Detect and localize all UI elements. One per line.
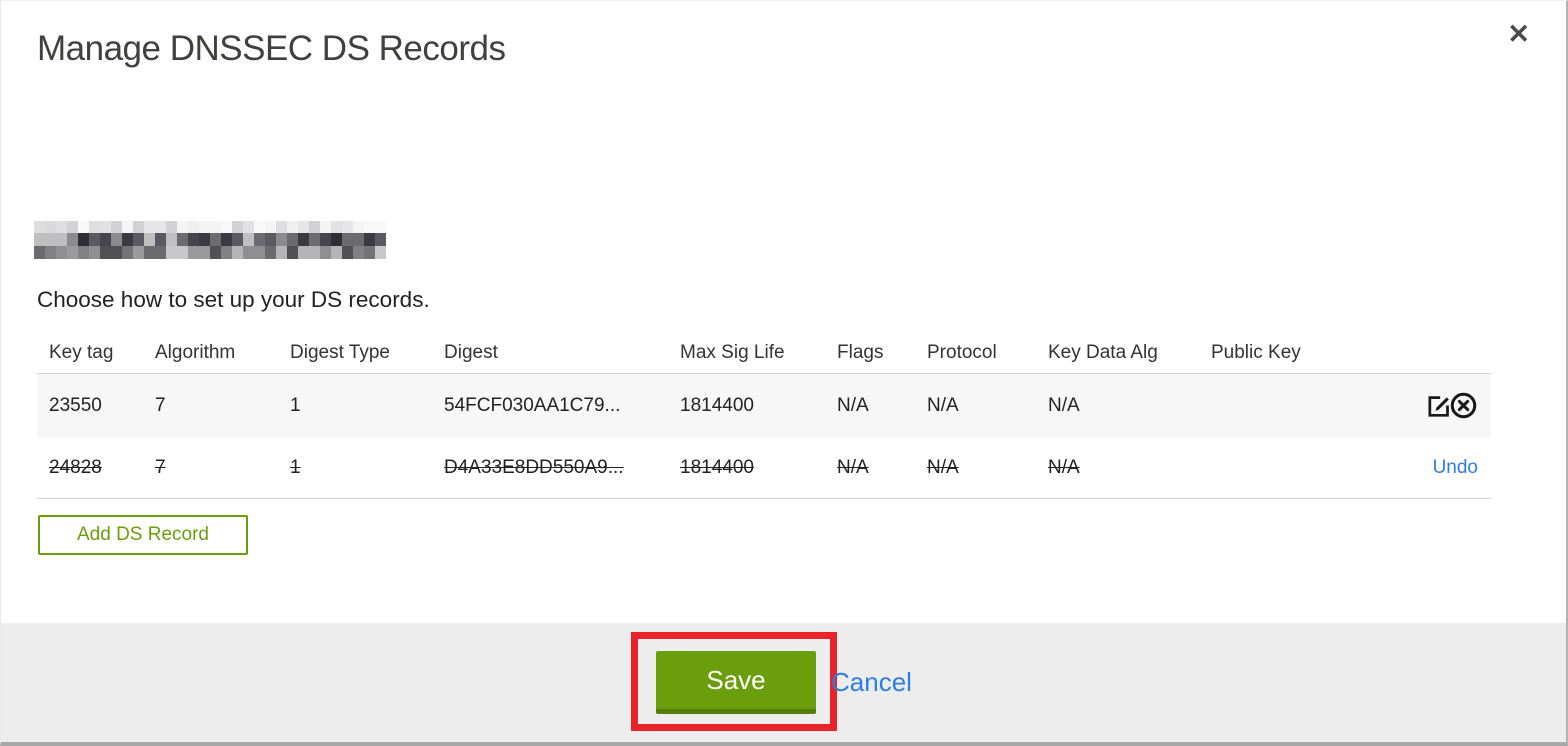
column-key-data-alg: Key Data Alg bbox=[1048, 333, 1211, 374]
column-digest-type: Digest Type bbox=[290, 333, 444, 374]
add-ds-record-button[interactable]: Add DS Record bbox=[38, 515, 248, 555]
cell-max-sig-life: 1814400 bbox=[680, 438, 837, 499]
redacted-domain-name bbox=[34, 221, 386, 259]
edit-icon bbox=[1425, 392, 1452, 419]
cell-public-key bbox=[1211, 373, 1359, 438]
cell-algorithm: 7 bbox=[155, 373, 290, 438]
cell-protocol: N/A bbox=[927, 373, 1048, 438]
column-digest: Digest bbox=[444, 333, 680, 374]
cell-protocol: N/A bbox=[927, 438, 1048, 499]
column-max-sig-life: Max Sig Life bbox=[680, 333, 837, 374]
table-row: 23550 7 1 54FCF030AA1C79... 1814400 N/A … bbox=[37, 373, 1491, 438]
column-key-tag: Key tag bbox=[37, 333, 155, 374]
ds-records-table: Key tag Algorithm Digest Type Digest Max… bbox=[37, 333, 1491, 499]
cell-algorithm: 7 bbox=[155, 438, 290, 499]
column-public-key: Public Key bbox=[1211, 333, 1359, 374]
column-flags: Flags bbox=[837, 333, 927, 374]
page-title: Manage DNSSEC DS Records bbox=[37, 29, 506, 68]
cell-actions: Undo bbox=[1359, 438, 1491, 499]
cell-digest: 54FCF030AA1C79... bbox=[444, 373, 680, 438]
edit-record-button[interactable] bbox=[1425, 392, 1452, 419]
cancel-link[interactable]: Cancel bbox=[831, 667, 912, 698]
cell-flags: N/A bbox=[837, 373, 927, 438]
cell-digest: D4A33E8DD550A9... bbox=[444, 438, 680, 499]
table-row-deleted: 24828 7 1 D4A33E8DD550A9... 1814400 N/A … bbox=[37, 438, 1491, 499]
table-header-row: Key tag Algorithm Digest Type Digest Max… bbox=[37, 333, 1491, 374]
dnssec-ds-records-modal: Manage DNSSEC DS Records ✕ Choose how to… bbox=[0, 0, 1568, 746]
instruction-text: Choose how to set up your DS records. bbox=[37, 287, 430, 312]
delete-record-button[interactable] bbox=[1449, 391, 1478, 420]
save-button[interactable]: Save bbox=[656, 651, 816, 714]
cell-flags: N/A bbox=[837, 438, 927, 499]
column-protocol: Protocol bbox=[927, 333, 1048, 374]
cell-digest-type: 1 bbox=[290, 438, 444, 499]
column-actions bbox=[1359, 333, 1491, 374]
delete-icon bbox=[1449, 391, 1478, 420]
cell-digest-type: 1 bbox=[290, 373, 444, 438]
cell-key-tag: 24828 bbox=[37, 438, 155, 499]
close-icon[interactable]: ✕ bbox=[1507, 21, 1530, 48]
cell-max-sig-life: 1814400 bbox=[680, 373, 837, 438]
column-algorithm: Algorithm bbox=[155, 333, 290, 374]
cell-key-tag: 23550 bbox=[37, 373, 155, 438]
cell-key-data-alg: N/A bbox=[1048, 438, 1211, 499]
footer-bar: Save Cancel bbox=[1, 623, 1566, 742]
cell-key-data-alg: N/A bbox=[1048, 373, 1211, 438]
undo-link[interactable]: Undo bbox=[1433, 457, 1478, 478]
cell-actions bbox=[1359, 373, 1491, 438]
cell-public-key bbox=[1211, 438, 1359, 499]
